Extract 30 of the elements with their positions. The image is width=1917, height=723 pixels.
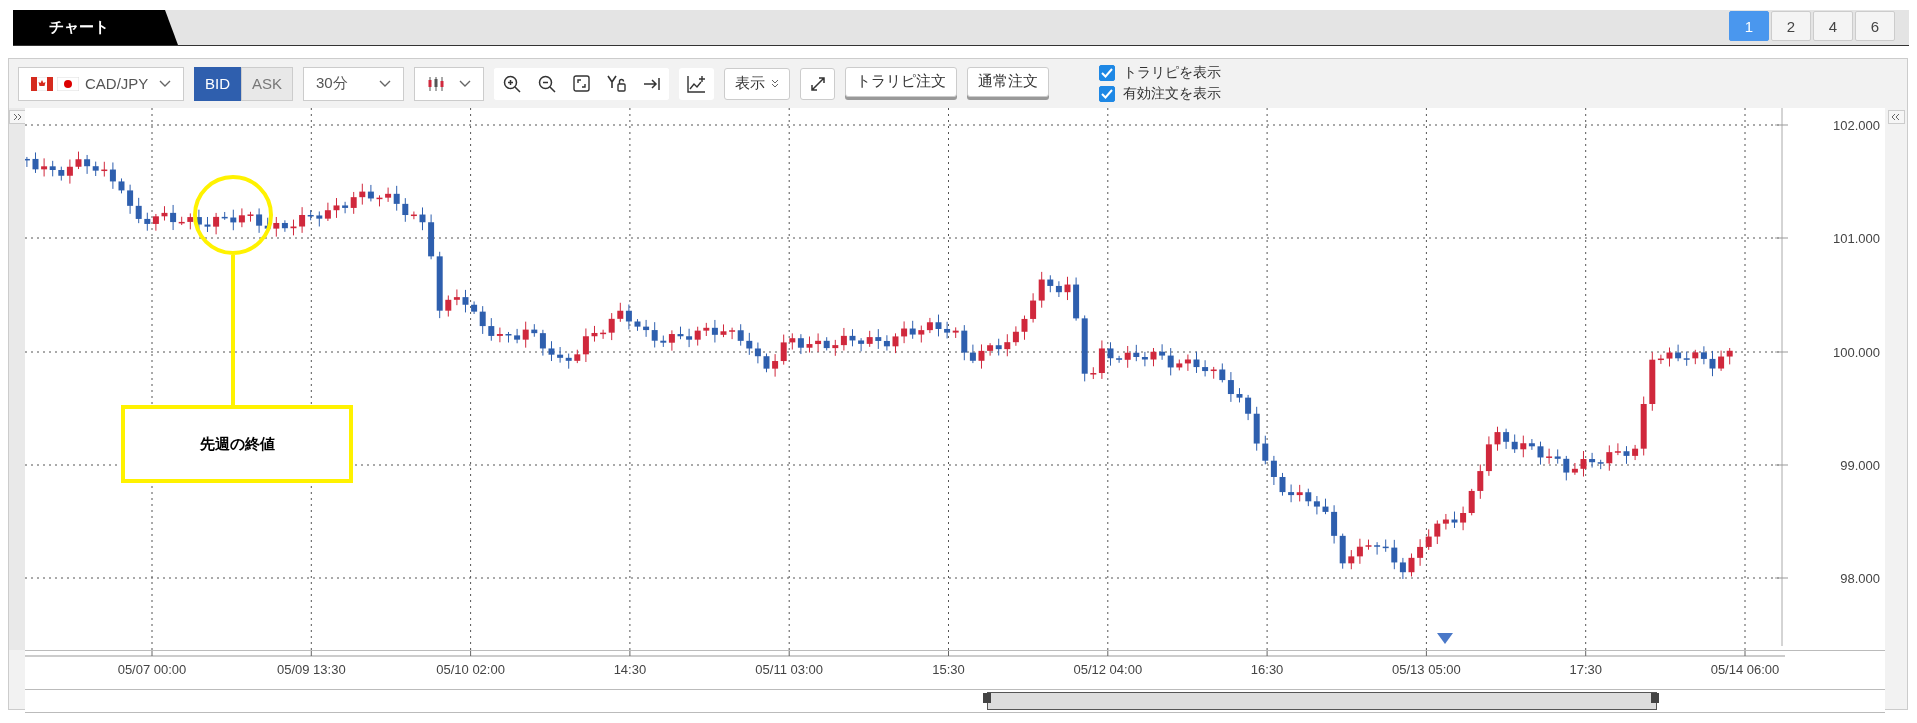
time-axis-label: 05/11 03:00 bbox=[755, 662, 824, 677]
time-axis-label: 15:30 bbox=[932, 662, 965, 677]
order-button[interactable]: 通常注文 bbox=[967, 66, 1050, 97]
layout-button[interactable]: 4 bbox=[1813, 11, 1853, 41]
price-axis-label: 100.000 bbox=[1833, 345, 1880, 360]
time-axis-label: 05/13 05:00 bbox=[1392, 662, 1461, 677]
layout-button[interactable]: 2 bbox=[1771, 11, 1811, 41]
time-axis-label: 16:30 bbox=[1250, 662, 1284, 677]
annotation-callout: 先週の終値 bbox=[121, 405, 353, 483]
price-side-toggle[interactable]: BID bbox=[194, 66, 241, 101]
price-axis-label: 98.000 bbox=[1840, 571, 1880, 586]
price-axis-label: 101.000 bbox=[1833, 231, 1880, 246]
time-axis-label: 05/09 13:30 bbox=[276, 662, 346, 677]
time-axis-label: 17:30 bbox=[1569, 662, 1602, 677]
price-side-toggle[interactable]: ASK bbox=[241, 66, 294, 101]
display-menu-button[interactable]: 表示 bbox=[724, 67, 791, 100]
time-axis-label: 05/07 00:00 bbox=[117, 662, 187, 677]
time-axis-label: 05/14 06:00 bbox=[1710, 662, 1780, 677]
timeframe-dropdown[interactable]: 30分 bbox=[303, 66, 405, 101]
checkbox-label: 有効注文を表示 bbox=[1123, 85, 1222, 103]
checkbox-label: トラリピを表示 bbox=[1123, 64, 1222, 82]
time-axis-label: 05/12 04:00 bbox=[1073, 662, 1143, 677]
order-button[interactable]: トラリピ注文 bbox=[845, 66, 958, 97]
chart-tab[interactable]: チャート bbox=[13, 10, 178, 45]
layout-button[interactable]: 6 bbox=[1855, 11, 1895, 41]
pair-dropdown[interactable]: CAD/JPY bbox=[18, 66, 184, 101]
price-axis-label: 102.000 bbox=[1833, 118, 1880, 133]
time-axis-label: 14:30 bbox=[613, 662, 647, 677]
time-axis-label: 05/10 02:00 bbox=[436, 662, 505, 677]
price-axis-label: 99.000 bbox=[1840, 458, 1880, 473]
